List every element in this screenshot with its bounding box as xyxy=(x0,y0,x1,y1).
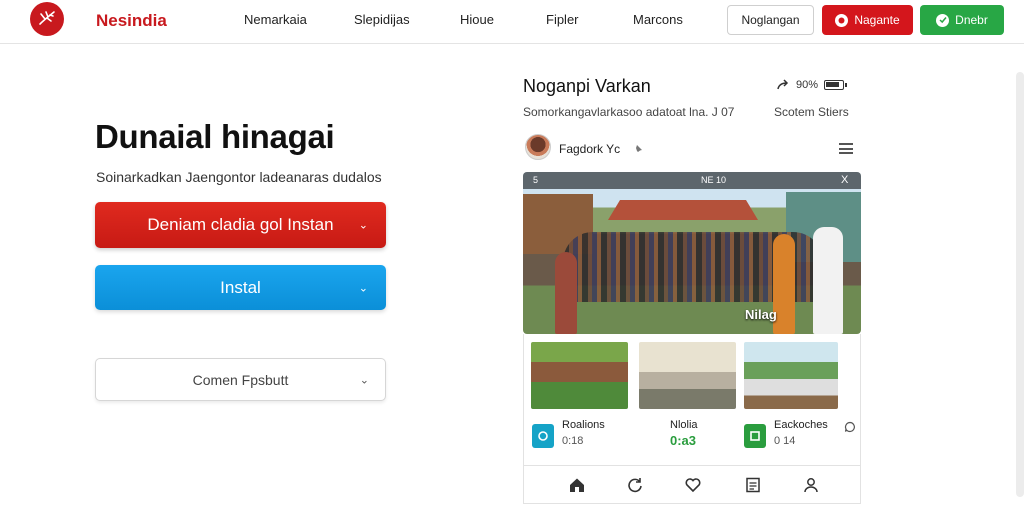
register-button-label: Nagante xyxy=(854,13,900,27)
stat-label: Nlolia xyxy=(670,419,698,431)
close-icon[interactable]: X xyxy=(841,174,848,186)
square-icon xyxy=(744,424,766,448)
menu-icon[interactable] xyxy=(839,143,853,154)
stat-value: 0:a3 xyxy=(670,433,697,448)
stat-item-3[interactable]: Eackoches 0 14 xyxy=(744,419,844,455)
nav-link-2[interactable]: Slepidijas xyxy=(354,12,410,27)
document-icon[interactable] xyxy=(743,475,763,495)
stat-value: 0 14 xyxy=(774,435,796,447)
profile-icon[interactable] xyxy=(801,475,821,495)
status-indicators: 90% xyxy=(776,79,848,91)
post-author[interactable]: Fagdork Yc xyxy=(559,142,644,156)
chat-icon xyxy=(532,424,554,448)
chevron-down-icon: ⌄ xyxy=(358,282,368,294)
hero-subtitle: Soinarkadkan Jaengontor ladeanaras dudal… xyxy=(96,169,382,185)
nav-link-4[interactable]: Fipler xyxy=(546,12,579,27)
leaf-logo-icon xyxy=(39,11,55,25)
download-button[interactable]: Dnebr xyxy=(920,5,1004,35)
secondary-dropdown-label: Comen Fpsbutt xyxy=(192,371,289,388)
register-button[interactable]: Nagante xyxy=(822,5,913,35)
brand-name[interactable]: Nesindia xyxy=(96,11,167,31)
record-icon xyxy=(835,13,849,27)
primary-install-label: Deniam cladia gol Instan xyxy=(147,215,334,234)
photo-status-bar: 5 NE 10 X xyxy=(523,172,861,189)
heart-icon[interactable] xyxy=(683,475,703,495)
install-button[interactable]: Instal ⌄ xyxy=(95,265,386,310)
stat-item-2[interactable]: Nlolia 0:a3 xyxy=(640,419,740,455)
post-header: Fagdork Yc xyxy=(523,134,861,164)
share-icon xyxy=(777,79,789,90)
battery-percent: 90% xyxy=(796,79,819,91)
nav-link-1[interactable]: Nemarkaia xyxy=(244,12,307,27)
avatar[interactable] xyxy=(525,134,551,160)
check-icon xyxy=(936,13,950,27)
photo-status-middle: NE 10 xyxy=(701,175,727,185)
stat-label: Eackoches xyxy=(774,419,828,431)
post-photo[interactable]: 5 NE 10 X Nilag xyxy=(523,172,861,334)
stat-item-1[interactable]: Roalions 0:18 xyxy=(532,419,632,455)
thumbnail-3[interactable] xyxy=(744,342,838,409)
photo-status-left: 5 xyxy=(533,175,539,185)
page-scrollbar[interactable] xyxy=(1016,72,1024,497)
panel-description-right[interactable]: Scotem Stiers xyxy=(774,105,849,119)
login-button[interactable]: Noglangan xyxy=(727,5,814,35)
download-button-label: Dnebr xyxy=(955,13,988,27)
photo-person xyxy=(555,252,577,334)
refresh-icon[interactable] xyxy=(625,475,645,495)
panel-title: Noganpi Varkan xyxy=(523,76,651,96)
thumbnail-2[interactable] xyxy=(639,342,736,409)
hero-title: Dunaial hinagai xyxy=(95,118,335,155)
stat-value: 0:18 xyxy=(562,435,584,447)
bottom-navigation xyxy=(523,465,861,503)
install-label: Instal xyxy=(220,277,261,297)
battery-icon xyxy=(824,80,848,90)
stat-label: Roalions xyxy=(562,419,605,431)
secondary-dropdown[interactable]: Comen Fpsbutt ⌄ xyxy=(95,358,386,401)
photo-caption: Nilag xyxy=(745,307,777,322)
home-icon[interactable] xyxy=(567,475,587,495)
top-navigation: Nesindia Nemarkaia Slepidijas Hioue Fipl… xyxy=(0,0,1024,44)
photo-roof xyxy=(608,200,758,220)
pin-icon xyxy=(634,145,642,152)
panel-description: Somorkangavlarkasoo adatoat lna. J 07 xyxy=(523,105,735,119)
photo-person xyxy=(813,227,843,334)
comment-icon[interactable] xyxy=(844,421,856,433)
thumbnail-1[interactable] xyxy=(531,342,628,409)
primary-install-button[interactable]: Deniam cladia gol Instan ⌄ xyxy=(95,202,386,248)
chevron-down-icon: ⌄ xyxy=(358,219,368,232)
nav-link-5[interactable]: Marcons xyxy=(633,12,683,27)
brand-logo[interactable] xyxy=(30,2,64,36)
chevron-down-icon: ⌄ xyxy=(359,374,369,386)
nav-link-3[interactable]: Hioue xyxy=(460,12,494,27)
